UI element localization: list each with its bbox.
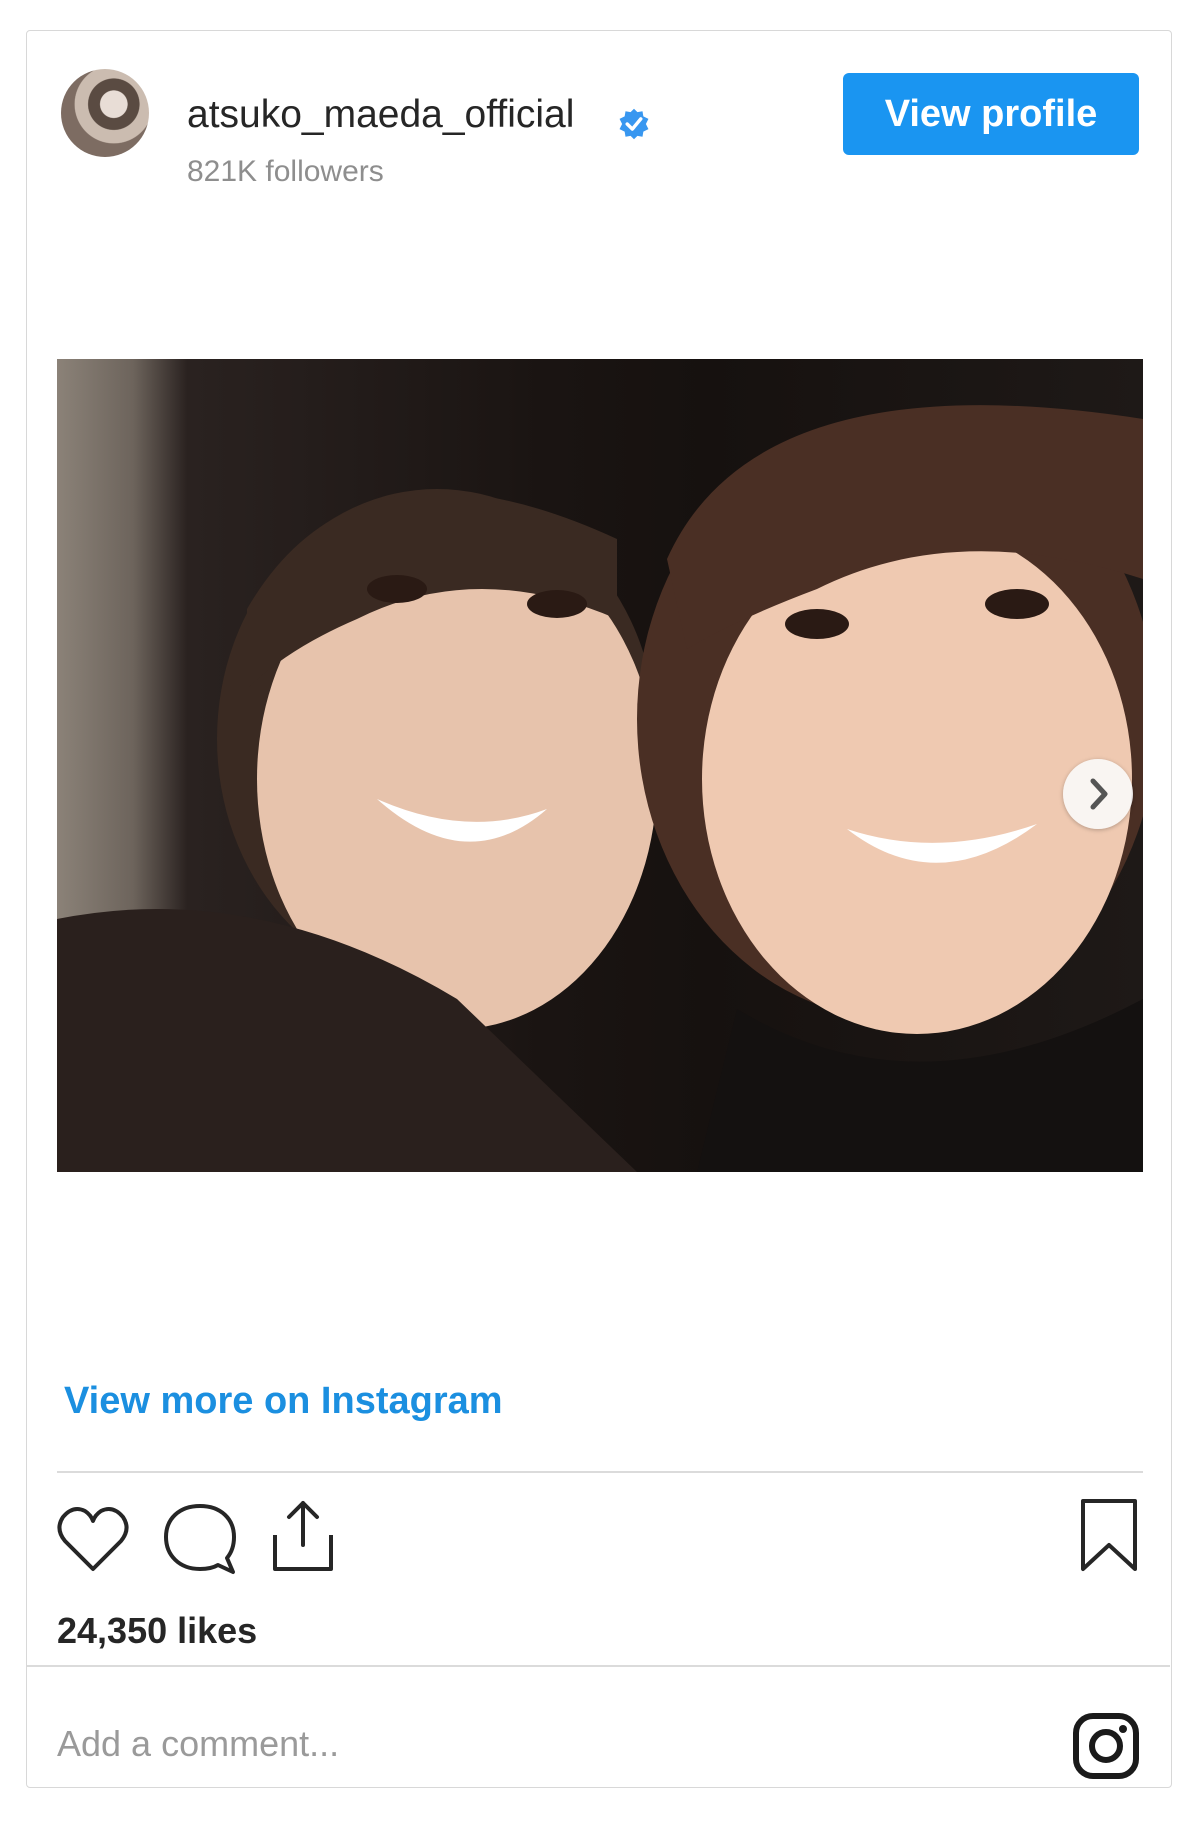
likes-count: 24,350 likes (57, 1610, 258, 1651)
right-person-eye (785, 609, 849, 639)
verified-badge-icon (619, 108, 649, 140)
photo-illustration (57, 405, 1143, 1172)
comment-bubble-icon[interactable] (161, 1501, 239, 1577)
right-person-eye (985, 589, 1049, 619)
share-icon[interactable] (267, 1497, 339, 1575)
followers-count: 821K followers (187, 155, 384, 188)
instagram-logo-icon[interactable] (1071, 1711, 1141, 1781)
left-person-eye (367, 575, 427, 603)
avatar[interactable] (61, 69, 149, 157)
next-photo-button[interactable] (1063, 759, 1133, 829)
view-more-on-instagram-link[interactable]: View more on Instagram (64, 1380, 503, 1423)
comment-input[interactable] (55, 1717, 959, 1771)
divider (57, 1471, 1143, 1473)
instagram-embed-card: atsuko_maeda_official 821K followers Vie… (26, 30, 1172, 1788)
left-person-eye (527, 590, 587, 618)
divider (27, 1665, 1170, 1667)
view-profile-button[interactable]: View profile (843, 73, 1139, 155)
heart-icon[interactable] (55, 1503, 131, 1575)
bookmark-icon[interactable] (1077, 1497, 1141, 1575)
post-photo[interactable] (57, 359, 1143, 1172)
username[interactable]: atsuko_maeda_official (187, 93, 574, 137)
chevron-right-icon (1090, 778, 1108, 810)
